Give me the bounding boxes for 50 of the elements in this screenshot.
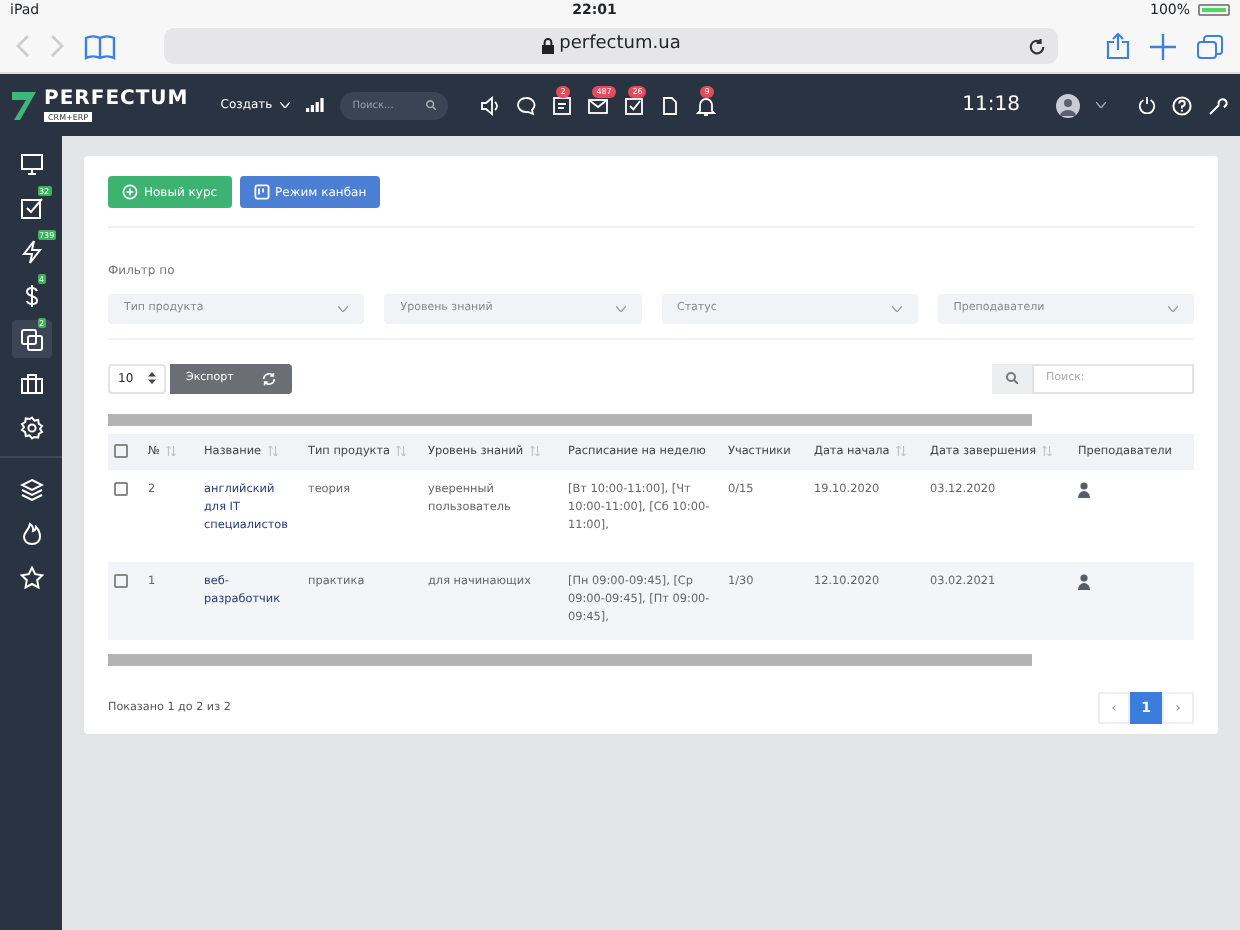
- caret-icon[interactable]: [1096, 102, 1106, 108]
- updown-icon: [148, 372, 156, 384]
- search-icon[interactable]: [426, 100, 437, 110]
- lightning-icon: [19, 239, 43, 263]
- url-text[interactable]: perfectum.ua: [559, 32, 681, 60]
- copy-icon: [19, 327, 43, 351]
- checkbox[interactable]: [114, 482, 128, 496]
- checkbox-icon: [19, 195, 43, 219]
- message-icon[interactable]: [552, 95, 573, 115]
- scrollbar[interactable]: [108, 654, 1032, 666]
- power-icon[interactable]: [1138, 96, 1156, 114]
- caret-icon: [615, 306, 625, 312]
- speaker-icon[interactable]: [480, 95, 501, 115]
- flame-icon: [19, 521, 43, 545]
- monitor-icon: [19, 151, 43, 175]
- tabs-icon[interactable]: [1196, 33, 1224, 59]
- checkbox[interactable]: [114, 443, 128, 458]
- board-icon: [253, 184, 270, 200]
- caret-icon: [891, 306, 902, 312]
- refresh-icon: [261, 371, 276, 385]
- logo-icon: [12, 91, 36, 119]
- avatar-icon[interactable]: [1078, 574, 1090, 590]
- star-icon: [19, 565, 43, 589]
- caret-icon: [1168, 306, 1178, 312]
- avatar-icon[interactable]: [1056, 93, 1080, 117]
- reload-icon[interactable]: [1028, 37, 1046, 55]
- caret-icon: [280, 102, 291, 108]
- plus-icon[interactable]: [1150, 33, 1176, 59]
- briefcase-icon: [19, 371, 43, 395]
- checkbox[interactable]: [114, 574, 128, 588]
- checkbox-icon[interactable]: [624, 95, 645, 115]
- help-icon[interactable]: [1172, 95, 1192, 115]
- settings-icon: [19, 415, 43, 439]
- plus-circle-icon: [122, 184, 138, 200]
- chat-icon[interactable]: [516, 95, 537, 115]
- logo-text: PERFECTUM: [44, 89, 189, 109]
- bell-icon[interactable]: [696, 95, 717, 115]
- layers-icon: [19, 477, 43, 501]
- scrollbar[interactable]: [108, 414, 1032, 426]
- clock-text: 11:18: [962, 92, 1020, 120]
- lock-icon: [541, 38, 554, 54]
- signal-icon[interactable]: [306, 98, 325, 112]
- avatar-icon[interactable]: [1078, 482, 1090, 498]
- mail-icon[interactable]: [588, 95, 609, 115]
- battery-icon: [1198, 4, 1230, 16]
- book-icon[interactable]: [84, 33, 116, 59]
- caret-icon: [338, 306, 349, 312]
- search-icon: [992, 363, 1032, 393]
- share-icon[interactable]: [1106, 32, 1130, 60]
- document-icon[interactable]: [660, 95, 681, 115]
